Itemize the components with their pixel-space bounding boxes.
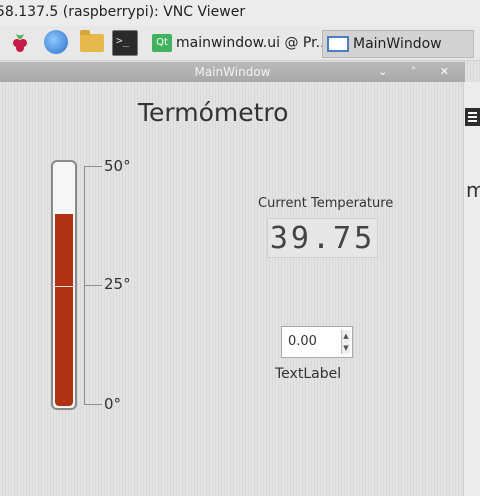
scale-label-max: 50° xyxy=(104,157,131,175)
scale-tick-max xyxy=(84,166,102,167)
file-manager-icon[interactable] xyxy=(80,30,104,52)
scale-tick-mid xyxy=(84,285,102,286)
text-label: TextLabel xyxy=(275,366,342,382)
thermometer-widget[interactable] xyxy=(51,160,77,410)
main-window-titlebar[interactable]: MainWindow ⌄ ˄ ✕ xyxy=(0,62,465,82)
thermometer-midline xyxy=(55,286,73,287)
spinbox-arrows[interactable]: ▲ ▼ xyxy=(341,330,350,354)
scale-label-mid: 25° xyxy=(104,275,131,293)
spinbox-value[interactable]: 0.00 xyxy=(288,334,317,349)
temperature-spinbox[interactable]: 0.00 ▲ ▼ xyxy=(281,326,353,358)
vnc-window-title: 58.137.5 (raspberrypi): VNC Viewer xyxy=(0,0,480,26)
taskbar-item-label: mainwindow.ui @ Pr... xyxy=(176,35,329,51)
menu-icon[interactable] xyxy=(465,108,480,126)
spin-up-icon[interactable]: ▲ xyxy=(342,330,350,342)
raspberry-menu-icon[interactable] xyxy=(8,30,32,54)
temperature-lcd-display: 39.75 xyxy=(267,218,378,258)
taskbar: Qtmainwindow.ui @ Pr... MainWindow xyxy=(0,26,480,61)
taskbar-item-mainwindow[interactable]: MainWindow xyxy=(322,30,474,58)
web-browser-icon[interactable] xyxy=(44,30,68,54)
window-icon xyxy=(327,36,349,52)
terminal-icon[interactable] xyxy=(112,30,138,56)
scale-tick-min xyxy=(84,404,102,405)
qt-icon: Qt xyxy=(152,34,172,52)
background-window-text: m xyxy=(466,178,480,202)
taskbar-item-label: MainWindow xyxy=(353,36,442,52)
taskbar-item-qt-designer[interactable]: Qt mainwindow.ui @ Pr... xyxy=(152,30,329,56)
thermometer-fill xyxy=(55,214,73,406)
scale-label-min: 0° xyxy=(104,395,122,413)
spin-down-icon[interactable]: ▼ xyxy=(342,342,350,354)
background-window-edge xyxy=(463,82,480,496)
main-window-title: MainWindow xyxy=(194,65,271,79)
current-temperature-label: Current Temperature xyxy=(258,196,394,211)
page-title: Termómetro xyxy=(138,98,289,127)
window-controls[interactable]: ⌄ ˄ ✕ xyxy=(378,62,459,82)
